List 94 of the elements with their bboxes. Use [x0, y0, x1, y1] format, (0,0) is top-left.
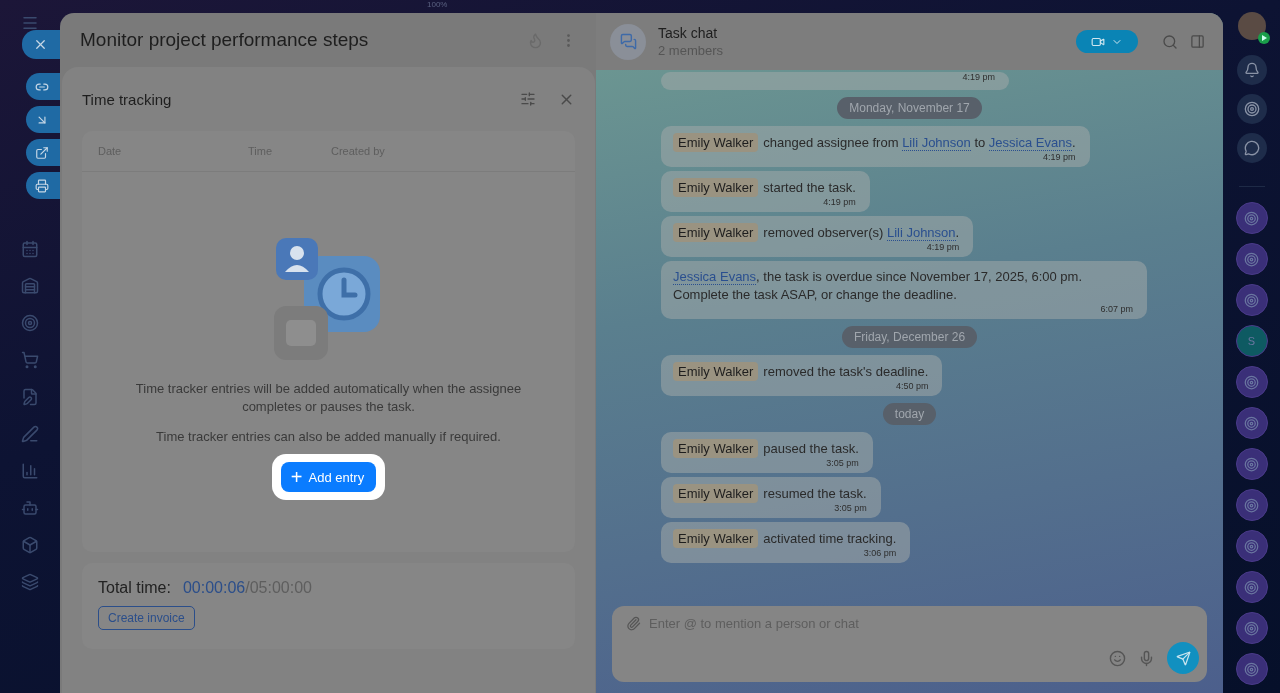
sidebar-icon[interactable] — [21, 277, 39, 295]
message-text: paused the task. — [763, 439, 859, 458]
target-icon — [1244, 538, 1259, 554]
chat-button[interactable] — [1236, 133, 1267, 163]
chat-title: Task chat — [658, 25, 719, 41]
chat-avatar[interactable] — [1235, 571, 1268, 603]
notifications-button[interactable] — [1236, 55, 1267, 85]
chat-avatar[interactable] — [1235, 243, 1268, 275]
chat-avatar[interactable] — [1235, 366, 1268, 398]
target-button[interactable] — [1236, 94, 1267, 124]
chat-avatar[interactable] — [1235, 612, 1268, 644]
send-button[interactable] — [1167, 642, 1199, 674]
search-icon[interactable] — [1162, 33, 1178, 50]
message-text: started the task. — [763, 178, 856, 197]
sidebar-toggle-icon[interactable] — [1190, 34, 1205, 49]
sidebar-icon[interactable] — [21, 536, 39, 554]
mention-link[interactable]: Jessica Evans — [988, 134, 1072, 151]
target-icon — [1243, 101, 1260, 117]
empty-state-text: Time tracker entries will be added automatically when the assignee completes or pauses the task. — [134, 380, 523, 416]
author-tag[interactable]: Emily Walker — [673, 529, 759, 548]
menu-icon[interactable] — [21, 14, 39, 32]
task-title: Monitor project performance steps — [80, 29, 370, 51]
sidebar-icon[interactable] — [21, 388, 39, 406]
sidebar-icon[interactable] — [21, 425, 39, 443]
chat-icon — [619, 33, 637, 50]
message-time: 3:05 pm — [834, 503, 867, 514]
chat-avatar[interactable] — [1235, 284, 1268, 316]
author-tag[interactable]: Emily Walker — [673, 133, 759, 152]
close-button[interactable] — [22, 30, 60, 59]
chat-avatar[interactable] — [1235, 653, 1268, 685]
message-text: removed the task's deadline. — [763, 362, 929, 381]
sidebar-icon[interactable] — [21, 499, 39, 517]
paperclip-icon[interactable] — [626, 616, 641, 631]
message-time: 4:19 pm — [926, 242, 960, 253]
print-button[interactable] — [26, 172, 60, 199]
chat-avatar[interactable] — [1235, 448, 1268, 480]
total-time-label: Total time: — [98, 579, 171, 597]
add-entry-button[interactable]: + Add entry — [280, 462, 377, 492]
sheet-title: Time tracking — [82, 90, 173, 108]
zoom-label: 100% — [427, 0, 448, 9]
author-tag[interactable]: Emily Walker — [673, 484, 759, 503]
open-new-window-button[interactable] — [26, 139, 60, 166]
target-icon — [1244, 620, 1259, 636]
message-time: 6:07 pm — [1100, 304, 1133, 315]
message-time: 4:19 pm — [1043, 152, 1076, 163]
sidebar-icon[interactable] — [21, 462, 39, 480]
video-call-button[interactable] — [1076, 30, 1138, 53]
date-separator: today — [882, 403, 937, 425]
target-icon — [1244, 415, 1259, 431]
external-link-icon — [35, 145, 49, 160]
microphone-icon[interactable] — [1138, 649, 1155, 667]
target-icon — [1244, 374, 1259, 390]
target-icon — [1244, 210, 1259, 226]
settings-icon[interactable] — [520, 91, 536, 107]
chat-avatar[interactable] — [1235, 489, 1268, 521]
message-text: resumed the task. — [763, 484, 867, 503]
chat-avatar[interactable] — [1235, 407, 1268, 439]
copy-link-button[interactable] — [26, 73, 60, 100]
printer-icon — [35, 178, 49, 193]
send-icon — [1175, 650, 1191, 666]
author-tag[interactable]: Emily Walker — [673, 362, 759, 381]
message-time: 4:50 pm — [895, 381, 929, 392]
mention-link[interactable]: Lili Johnson — [902, 134, 971, 151]
target-icon — [1244, 292, 1259, 308]
sidebar-icon[interactable] — [21, 314, 39, 332]
message-text: removed observer(s) Lili Johnson. — [763, 223, 960, 242]
message-text: Jessica Evans, the task is overdue since November 17, 2025, 6:00 pm. Complete the task ASAP, or change the deadline. — [673, 268, 1083, 304]
chat-avatar[interactable] — [1235, 202, 1268, 234]
sidebar-icon[interactable] — [21, 240, 39, 258]
play-badge — [1257, 32, 1270, 44]
bell-icon — [1243, 62, 1260, 78]
author-tag[interactable]: Emily Walker — [673, 178, 759, 197]
message-text: activated time tracking. — [763, 529, 897, 548]
date-separator: Friday, December 26 — [841, 326, 978, 348]
chat-avatar[interactable] — [1235, 530, 1268, 562]
target-icon — [1244, 497, 1259, 513]
chat-bubble-icon — [1243, 140, 1260, 156]
author-tag[interactable]: Emily Walker — [673, 223, 759, 242]
date-separator: Monday, November 17 — [837, 97, 982, 119]
target-icon — [1244, 661, 1259, 677]
empty-state-text: Time tracker entries can also be added manually if required. — [155, 428, 502, 446]
message-time: 4:19 pm — [823, 197, 856, 208]
target-icon — [1244, 456, 1259, 472]
target-icon — [1244, 579, 1259, 595]
emoji-icon[interactable] — [1109, 649, 1126, 667]
sidebar-icon[interactable] — [21, 351, 39, 369]
message-text: changed assignee from Lili Johnson to Jessica Evans. — [763, 133, 1076, 152]
message-time: 3:05 pm — [826, 458, 859, 469]
message-time: 4:19 pm — [962, 72, 995, 83]
sidebar-icon[interactable] — [21, 573, 39, 591]
message-time: 3:06 pm — [863, 548, 897, 559]
minimize-button[interactable] — [26, 106, 60, 133]
target-icon — [1244, 251, 1259, 267]
author-tag[interactable]: Emily Walker — [673, 439, 759, 458]
